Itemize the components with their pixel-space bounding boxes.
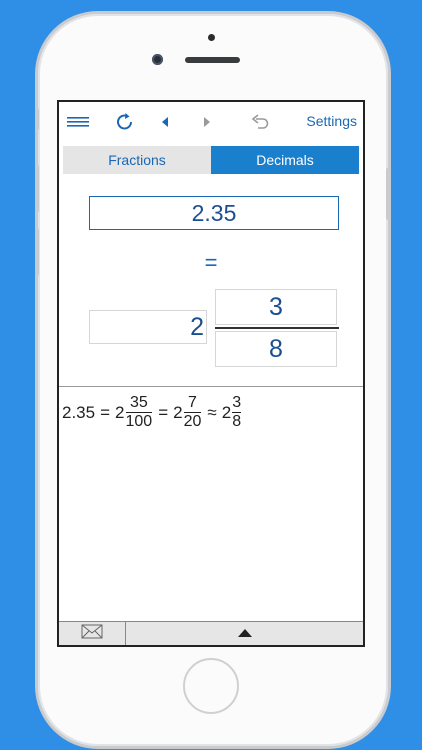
earpiece-speaker [185,57,240,63]
result-numerator-1: 35 [129,394,148,411]
result-denominator-3: 8 [232,413,242,430]
email-button[interactable] [59,622,126,645]
equals-sign: = [204,250,218,275]
numerator-field[interactable]: 3 [215,289,337,325]
result-whole-2: 2 [173,402,183,422]
expand-keypad-button[interactable] [126,622,363,645]
result-whole-1: 2 [115,402,125,422]
volume-down-button [35,228,39,276]
result-fraction-2: 7 20 [183,394,202,431]
volume-up-button [35,165,39,213]
bottom-bar [59,621,363,645]
refresh-icon[interactable] [111,102,139,142]
hamburger-icon[interactable] [61,102,97,142]
triangle-left-icon[interactable] [153,102,177,142]
tab-decimals[interactable]: Decimals [211,146,359,174]
result-fraction-3: 3 8 [232,394,242,431]
decimal-input[interactable]: 2.35 [89,196,339,230]
undo-icon[interactable] [247,102,275,142]
result-fraction-1: 35 100 [125,394,153,431]
result-numerator-3: 3 [232,394,242,411]
tab-fractions[interactable]: Fractions [63,146,211,174]
mode-tabs: Fractions Decimals [63,146,359,174]
power-button [386,168,390,220]
proximity-sensor [208,34,215,41]
result-decimal: 2.35 [62,402,96,422]
result-equals-1: = [100,402,111,422]
result-expression: 2.35 = 2 35 100 = 2 7 20 ≈ 2 3 8 [62,394,242,431]
divider [59,386,363,387]
front-camera [152,54,163,65]
settings-button[interactable]: Settings [306,113,357,129]
result-denominator-1: 100 [125,413,153,430]
denominator-field[interactable]: 8 [215,331,337,367]
triangle-right-icon[interactable] [195,102,219,142]
result-equals-2: = [158,402,169,422]
home-button[interactable] [183,658,239,714]
result-numerator-2: 7 [188,394,197,411]
fraction-bar [215,327,339,329]
whole-number-field[interactable]: 2 [89,310,207,344]
mute-switch [35,108,39,130]
result-denominator-2: 20 [183,413,202,430]
result-whole-3: 2 [221,402,232,422]
triangle-up-icon [237,625,253,643]
toolbar: Settings [59,102,363,142]
app-screen: Settings Fractions Decimals 2.35 = 2 3 8… [57,100,365,647]
result-approx: ≈ [207,402,217,422]
envelope-icon [81,624,103,644]
